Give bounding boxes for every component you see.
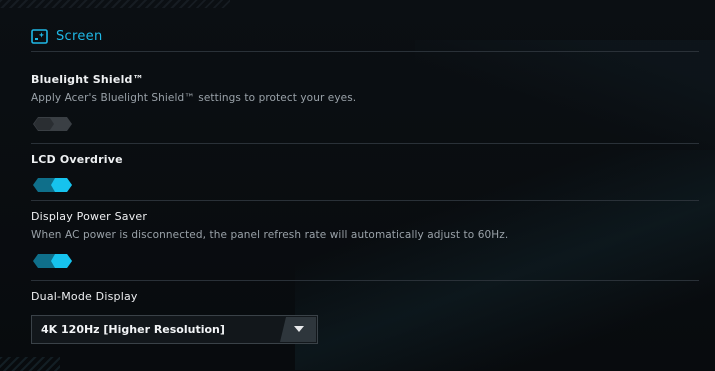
decorative-polygon-bottom bbox=[295, 150, 715, 370]
screen-sparkle-icon bbox=[31, 28, 48, 44]
divider bbox=[31, 200, 699, 201]
dual-mode-display-title: Dual-Mode Display bbox=[31, 290, 138, 303]
decorative-polygon-top bbox=[415, 40, 715, 150]
page-title: Screen bbox=[56, 28, 103, 44]
section-header: Screen bbox=[31, 26, 103, 46]
lcd-overdrive-toggle[interactable] bbox=[33, 177, 72, 192]
lcd-overdrive-title: LCD Overdrive bbox=[31, 153, 123, 166]
display-power-saver-title: Display Power Saver bbox=[31, 210, 148, 223]
display-power-saver-description: When AC power is disconnected, the panel… bbox=[31, 229, 509, 241]
divider bbox=[31, 51, 699, 52]
divider bbox=[31, 280, 699, 281]
caret-down-icon[interactable] bbox=[280, 317, 316, 342]
display-power-saver-toggle[interactable] bbox=[33, 253, 72, 268]
decorative-hatch-bottom bbox=[0, 357, 60, 371]
dual-mode-display-dropdown[interactable]: 4K 120Hz [Higher Resolution] bbox=[31, 315, 318, 344]
bluelight-shield-toggle[interactable] bbox=[33, 116, 72, 131]
dropdown-selected-value: 4K 120Hz [Higher Resolution] bbox=[41, 323, 225, 336]
bluelight-shield-title: Bluelight Shield™ bbox=[31, 73, 144, 86]
divider bbox=[31, 143, 699, 144]
decorative-hatch-top bbox=[0, 0, 230, 8]
screen-settings-panel: Screen Bluelight Shield™ Apply Acer's Bl… bbox=[0, 0, 715, 371]
bluelight-shield-description: Apply Acer's Bluelight Shield™ settings … bbox=[31, 92, 357, 104]
